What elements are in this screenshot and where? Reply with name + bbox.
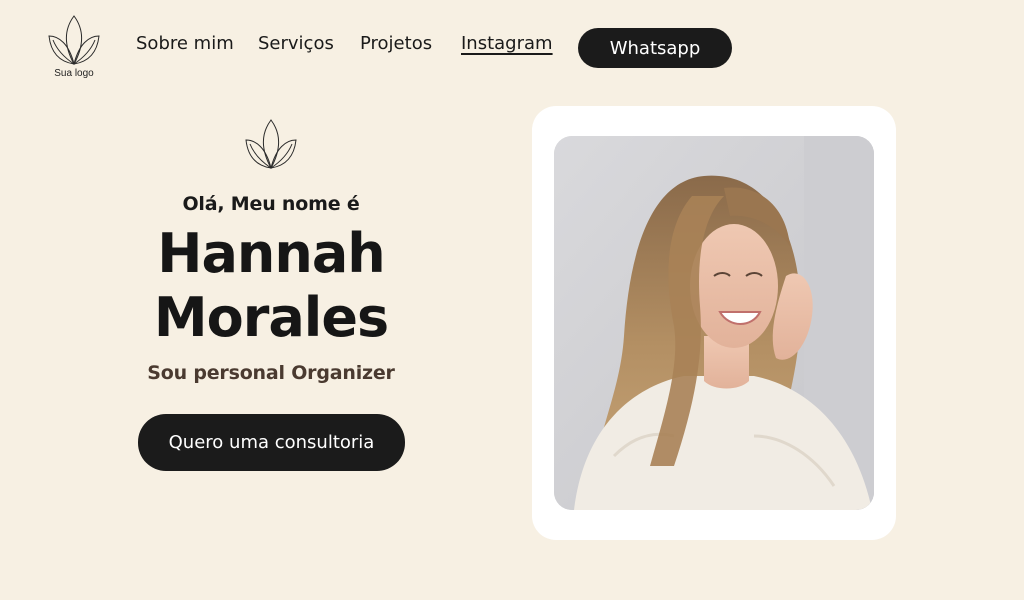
hero-name: Hannah Morales	[100, 222, 442, 350]
photo-card	[532, 106, 896, 540]
nav-instagram[interactable]: Instagram	[461, 33, 553, 54]
lotus-icon	[245, 119, 297, 170]
consultation-button[interactable]: Quero uma consultoria	[138, 414, 405, 471]
greeting-text: Olá, Meu nome é	[182, 193, 360, 215]
lotus-logo-icon	[48, 15, 100, 66]
nav-sobre-mim[interactable]: Sobre mim	[136, 33, 234, 54]
whatsapp-button[interactable]: Whatsapp	[578, 28, 732, 68]
portrait-illustration	[554, 136, 874, 510]
hero-name-last: Morales	[153, 286, 389, 349]
nav-projetos[interactable]: Projetos	[360, 33, 432, 54]
hero-name-first: Hannah	[157, 222, 385, 285]
portrait-photo	[554, 136, 874, 510]
logo-text: Sua logo	[54, 68, 94, 79]
role-text: Sou personal Organizer	[147, 362, 395, 384]
logo[interactable]: Sua logo	[44, 14, 104, 82]
nav-servicos[interactable]: Serviços	[258, 33, 334, 54]
